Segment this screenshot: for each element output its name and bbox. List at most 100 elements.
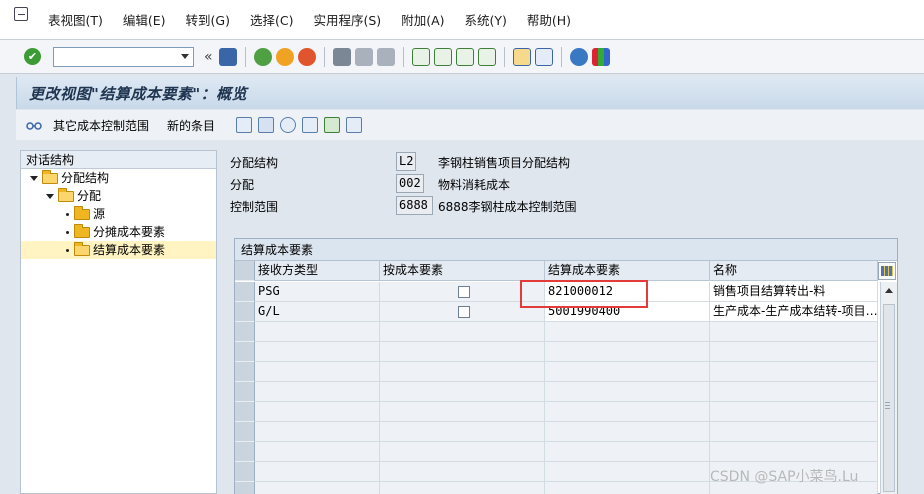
by-cost-element-checkbox[interactable]	[458, 286, 470, 298]
cell-settlement-cost-element	[545, 382, 710, 402]
first-page-icon[interactable]	[411, 47, 430, 66]
menu-system[interactable]: 系统(Y)	[455, 10, 517, 29]
expand-triangle-icon[interactable]	[30, 176, 38, 181]
undo-icon[interactable]	[280, 117, 297, 133]
cell-name[interactable]: 生产成本-生产成本结转-项目…	[710, 302, 878, 322]
page-title: 更改视图"结算成本要素"：概览	[29, 85, 248, 103]
new-entries-button[interactable]: 新的条目	[167, 117, 215, 134]
column-header-settlement-cost-element[interactable]: 结算成本要素	[545, 261, 710, 281]
menu-goto[interactable]: 转到(G)	[176, 10, 240, 29]
toolbar-separator	[560, 46, 562, 67]
glasses-icon[interactable]	[26, 117, 42, 133]
cell-name[interactable]: 销售项目结算转出-料	[710, 282, 878, 302]
customize-layout-icon[interactable]	[591, 47, 610, 66]
column-header-receiver-type[interactable]: 接收方类型	[255, 261, 380, 281]
help-icon[interactable]	[569, 47, 588, 66]
cell-receiver-type	[255, 402, 380, 422]
row-selector[interactable]	[235, 382, 255, 402]
back-icon[interactable]	[253, 47, 272, 66]
copy-icon[interactable]	[236, 117, 253, 133]
select-all-rows-button[interactable]	[235, 261, 255, 281]
table-vertical-scrollbar[interactable]	[880, 282, 897, 494]
row-selector[interactable]	[235, 422, 255, 442]
window-menu-icon[interactable]	[14, 6, 28, 21]
collapse-icon[interactable]: «	[204, 49, 213, 65]
create-session-icon[interactable]	[512, 47, 531, 66]
delete-icon[interactable]	[258, 117, 275, 133]
prev-page-icon[interactable]	[433, 47, 452, 66]
settlement-cost-elements-table: 结算成本要素 接收方类型 按成本要素 结算成本要素 名称 PSG 82100001…	[234, 238, 898, 494]
cell-receiver-type-text: G/L	[258, 304, 280, 318]
cell-receiver-type	[255, 462, 380, 482]
row-selector[interactable]	[235, 342, 255, 362]
exit-icon[interactable]	[275, 47, 294, 66]
row-selector[interactable]	[235, 462, 255, 482]
menu-help[interactable]: 帮助(H)	[517, 10, 581, 29]
cell-settlement-cost-element	[545, 322, 710, 342]
controlling-area-description: 6888李钢柱成本控制范围	[438, 200, 577, 214]
tree-node-allocation-structure[interactable]: 分配结构	[21, 169, 216, 187]
cell-name	[710, 342, 878, 362]
find-next-icon[interactable]	[376, 47, 395, 66]
shortcut-icon[interactable]	[534, 47, 553, 66]
cell-by-cost-element	[380, 442, 545, 462]
row-selector[interactable]	[235, 282, 255, 302]
cell-name	[710, 362, 878, 382]
tree-node-allocation[interactable]: 分配	[21, 187, 216, 205]
row-selector[interactable]	[235, 302, 255, 322]
deselect-all-icon[interactable]	[346, 117, 363, 133]
next-page-icon[interactable]	[455, 47, 474, 66]
ok-icon[interactable]: ✔	[24, 48, 41, 65]
last-page-icon[interactable]	[477, 47, 496, 66]
menu-edit[interactable]: 编辑(E)	[113, 10, 176, 29]
find-icon[interactable]	[354, 47, 373, 66]
select-block-icon[interactable]	[324, 117, 341, 133]
cell-settlement-cost-element	[545, 482, 710, 494]
menu-selection[interactable]: 选择(C)	[240, 10, 303, 29]
by-cost-element-checkbox[interactable]	[458, 306, 470, 318]
allocation-description: 物料消耗成本	[438, 178, 511, 192]
tree-node-allocation-cost-elements[interactable]: 分摊成本要素	[21, 223, 216, 241]
other-controlling-area-button[interactable]: 其它成本控制范围	[53, 117, 149, 134]
scroll-grip-icon	[885, 402, 890, 411]
tree-node-label: 分配	[77, 189, 102, 203]
column-header-by-cost-element[interactable]: 按成本要素	[380, 261, 545, 281]
row-selector[interactable]	[235, 322, 255, 342]
print-icon[interactable]	[332, 47, 351, 66]
cancel-icon[interactable]	[297, 47, 316, 66]
cell-name	[710, 402, 878, 422]
controlling-area-label: 控制范围	[230, 200, 279, 214]
scroll-thumb[interactable]	[883, 304, 895, 492]
folder-icon	[74, 206, 90, 220]
save-icon[interactable]	[218, 47, 237, 66]
tree-node-source[interactable]: 源	[21, 205, 216, 223]
menu-utilities[interactable]: 实用程序(S)	[303, 10, 391, 29]
title-bar: 更改视图"结算成本要素"：概览	[16, 77, 924, 109]
row-selector[interactable]	[235, 362, 255, 382]
tree-node-label: 分配结构	[61, 171, 110, 185]
cell-receiver-type	[255, 362, 380, 382]
chevron-down-icon[interactable]	[181, 53, 189, 59]
tree-header: 对话结构	[21, 151, 216, 169]
scroll-up-icon[interactable]	[885, 288, 893, 293]
cell-by-cost-element	[380, 482, 545, 494]
command-field[interactable]	[53, 46, 194, 67]
row-selector[interactable]	[235, 482, 255, 494]
menu-table-view[interactable]: 表视图(T)	[38, 10, 113, 29]
expand-triangle-icon[interactable]	[46, 194, 54, 199]
column-header-name[interactable]: 名称	[710, 261, 878, 281]
table-settings-icon[interactable]	[878, 262, 896, 280]
row-selector[interactable]	[235, 442, 255, 462]
tree-node-settlement-cost-elements[interactable]: 结算成本要素	[21, 241, 216, 259]
allocation-structure-field: L2	[396, 152, 416, 171]
menu-extras[interactable]: 附加(A)	[391, 10, 454, 29]
row-selector[interactable]	[235, 402, 255, 422]
cell-settlement-cost-element	[545, 422, 710, 442]
select-all-icon[interactable]	[302, 117, 319, 133]
cell-settlement-cost-element	[545, 342, 710, 362]
cell-receiver-type-text: PSG	[258, 284, 280, 298]
header-row-assessment: 分配 002 物料消耗成本	[226, 174, 924, 194]
allocation-structure-description: 李钢柱销售项目分配结构	[438, 156, 571, 170]
cell-by-cost-element	[380, 422, 545, 442]
allocation-field: 002	[396, 174, 424, 193]
